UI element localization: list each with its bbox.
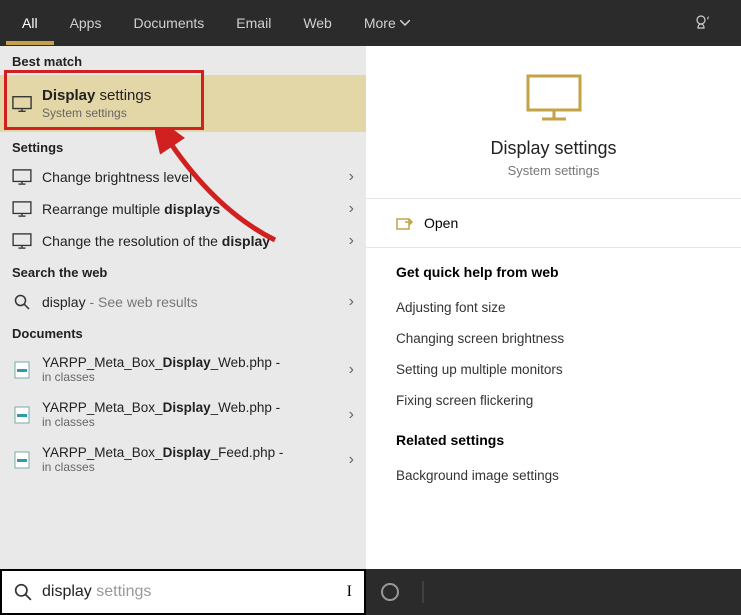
section-best-match: Best match <box>0 46 366 75</box>
quick-help-link[interactable]: Fixing screen flickering <box>396 385 711 416</box>
related-heading: Related settings <box>396 432 711 448</box>
divider-icon <box>422 581 424 603</box>
best-match-result[interactable]: Display settings System settings <box>0 75 366 132</box>
web-result[interactable]: display - See web results › <box>0 286 366 318</box>
settings-result-brightness[interactable]: Change brightness level › <box>0 161 366 193</box>
section-settings: Settings <box>0 132 366 161</box>
document-result[interactable]: YARPP_Meta_Box_Display_Web.php -in class… <box>0 347 366 392</box>
section-documents: Documents <box>0 318 366 347</box>
search-icon <box>14 294 30 310</box>
related-link[interactable]: Background image settings <box>396 460 711 491</box>
search-input[interactable]: display settings I <box>0 569 366 615</box>
feedback-icon <box>695 14 713 32</box>
document-result[interactable]: YARPP_Meta_Box_Display_Feed.php -in clas… <box>0 437 366 482</box>
quick-help-link[interactable]: Changing screen brightness <box>396 323 711 354</box>
quick-help-link[interactable]: Setting up multiple monitors <box>396 354 711 385</box>
open-icon <box>396 216 414 230</box>
php-file-icon <box>14 406 30 424</box>
monitor-icon <box>12 201 32 217</box>
monitor-icon <box>12 169 32 185</box>
settings-result-resolution[interactable]: Change the resolution of the display › <box>0 225 366 257</box>
search-icon <box>14 583 32 601</box>
settings-result-rearrange[interactable]: Rearrange multiple displays › <box>0 193 366 225</box>
chevron-right-icon: › <box>349 232 354 250</box>
php-file-icon <box>14 451 30 469</box>
search-bar: display settings I <box>0 569 741 615</box>
document-result[interactable]: YARPP_Meta_Box_Display_Web.php -in class… <box>0 392 366 437</box>
tab-documents[interactable]: Documents <box>117 5 220 41</box>
chevron-right-icon: › <box>349 200 354 218</box>
chevron-right-icon: › <box>349 361 354 379</box>
quick-help-link[interactable]: Adjusting font size <box>396 292 711 323</box>
monitor-icon <box>12 95 32 113</box>
chevron-right-icon: › <box>349 451 354 469</box>
quick-help-heading: Get quick help from web <box>396 264 711 280</box>
preview-title: Display settings <box>490 138 616 159</box>
tab-apps[interactable]: Apps <box>54 5 118 41</box>
chevron-right-icon: › <box>349 168 354 186</box>
chevron-right-icon: › <box>349 293 354 311</box>
preview-header: Display settings System settings <box>366 46 741 199</box>
cortana-circle-icon[interactable] <box>380 582 400 602</box>
preview-subtitle: System settings <box>508 163 600 178</box>
text-cursor-icon: I <box>347 583 352 601</box>
feedback-button[interactable] <box>673 4 735 42</box>
chevron-right-icon: › <box>349 406 354 424</box>
monitor-icon-large <box>524 72 584 122</box>
search-tabs: All Apps Documents Email Web More <box>0 0 741 46</box>
tab-more[interactable]: More <box>348 5 426 41</box>
php-file-icon <box>14 361 30 379</box>
preview-panel: Display settings System settings Open Ge… <box>366 46 741 569</box>
results-panel: Best match Display settings System setti… <box>0 46 366 569</box>
tab-all[interactable]: All <box>6 1 54 45</box>
section-web: Search the web <box>0 257 366 286</box>
monitor-icon <box>12 233 32 249</box>
tab-web[interactable]: Web <box>287 5 348 41</box>
open-action[interactable]: Open <box>366 199 741 248</box>
tab-email[interactable]: Email <box>220 5 287 41</box>
chevron-down-icon <box>400 20 410 26</box>
